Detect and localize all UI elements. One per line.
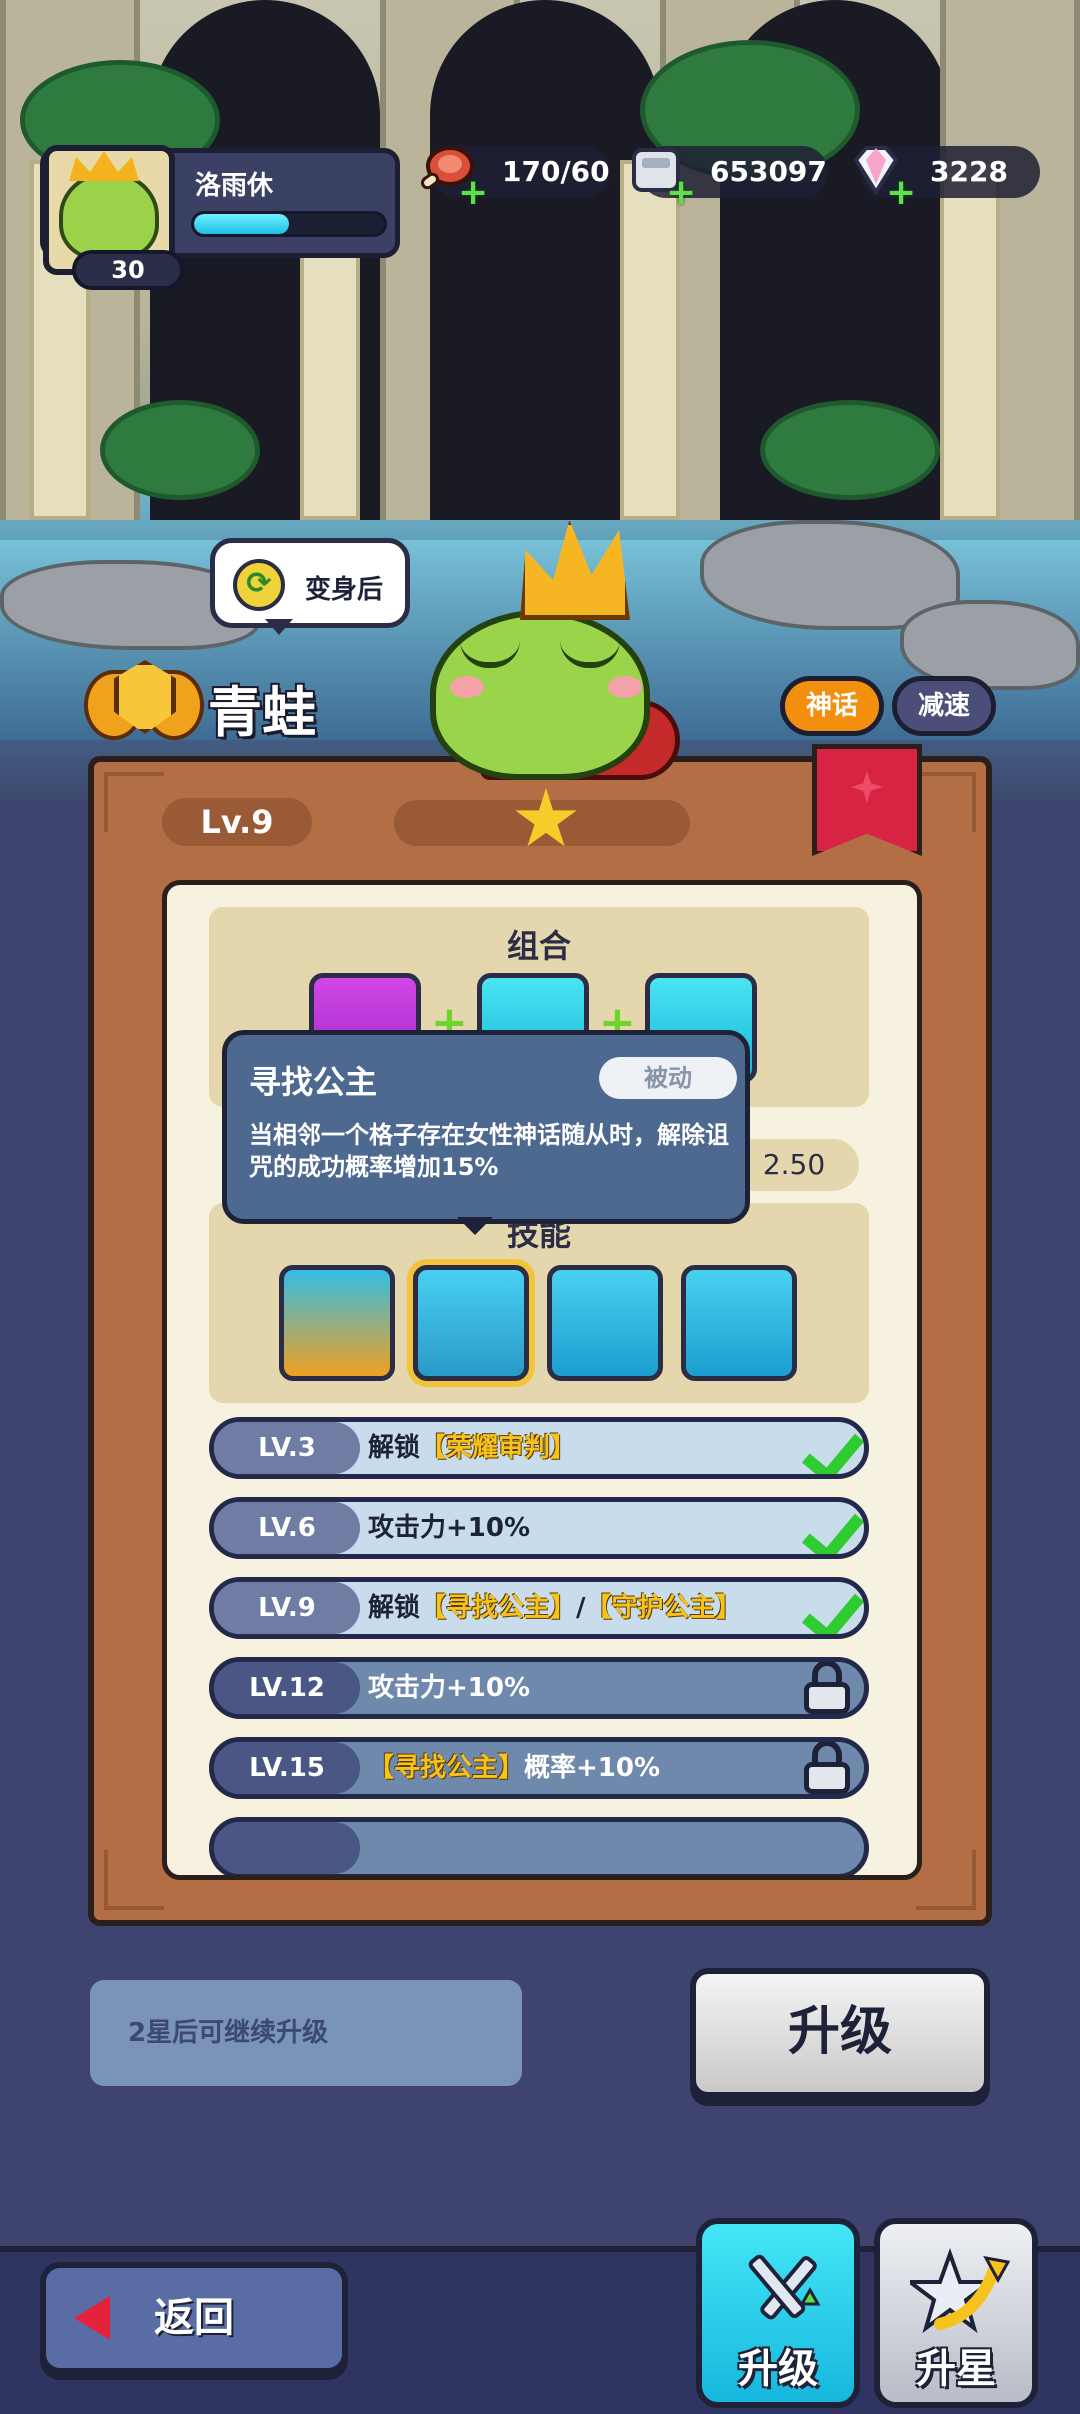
add-diamond-icon[interactable]: +	[886, 175, 916, 211]
add-meat-icon[interactable]: +	[458, 175, 488, 211]
panel-corner-ornament	[104, 1850, 164, 1910]
coin-resource[interactable]: + 653097	[632, 146, 828, 211]
coin-value: 653097	[710, 155, 827, 188]
meat-value: 170/60	[502, 155, 610, 188]
player-level-badge: 30	[72, 250, 184, 290]
unlock-desc: 攻击力+10%	[368, 1673, 531, 1703]
tag-slow: 减速	[892, 676, 996, 736]
tooltip-title: 寻找公主	[249, 1063, 378, 1101]
frog-cheek	[450, 676, 484, 698]
tooltip-text: 当相邻一个格子存在女性神话随从时，解除诅咒的成功概率增加15%	[249, 1121, 729, 1181]
back-label: 返回	[154, 2295, 234, 2341]
hero-name: 青蛙	[208, 681, 316, 744]
unlock-desc: 解锁【寻找公主】/【守护公主】	[368, 1593, 742, 1623]
frog-cheek	[608, 676, 642, 698]
add-coin-icon[interactable]: +	[666, 175, 696, 211]
nav-upgrade-button[interactable]: 升级	[696, 2218, 860, 2408]
unlock-row: LV.9 解锁【寻找公主】/【守护公主】	[209, 1577, 869, 1639]
check-icon	[790, 1502, 860, 1554]
diamond-value: 3228	[930, 155, 1008, 188]
cycle-arrows-icon: ⟳	[233, 559, 285, 611]
bush	[760, 400, 940, 500]
unlock-row: LV.6 攻击力+10%	[209, 1497, 869, 1559]
bookmark-icon[interactable]	[812, 744, 922, 856]
transform-label: 变身后	[305, 575, 384, 605]
check-icon	[790, 1422, 860, 1474]
frog-hero-sprite	[420, 520, 680, 800]
skill-tooltip: 寻找公主 被动 当相邻一个格子存在女性神话随从时，解除诅咒的成功概率增加15%	[222, 1030, 750, 1235]
unlock-level: LV.6	[214, 1502, 360, 1554]
nav-upgrade-label: 升级	[738, 2346, 818, 2392]
back-button[interactable]: 返回	[40, 2262, 348, 2374]
xp-bar	[191, 211, 387, 237]
bush	[100, 400, 260, 500]
lock-icon	[802, 1742, 852, 1794]
crown-icon	[69, 151, 139, 181]
lock-icon	[802, 1662, 852, 1714]
crown-icon	[520, 520, 630, 620]
unlock-row: LV.12 攻击力+10%	[209, 1657, 869, 1719]
skill-tongue-icon[interactable]	[547, 1265, 663, 1381]
tooltip-passive-badge: 被动	[599, 1057, 737, 1099]
unlock-row: LV.15 【寻找公主】概率+10%	[209, 1737, 869, 1799]
pillar	[940, 160, 1000, 520]
unlock-level: LV.12	[214, 1662, 360, 1714]
meat-resource[interactable]: + 170/60	[421, 146, 610, 211]
unlock-level: LV.9	[214, 1582, 360, 1634]
unlock-desc: 【寻找公主】概率+10%	[368, 1753, 661, 1783]
player-name: 洛雨休	[195, 171, 274, 201]
unlock-desc: 解锁【荣耀审判】	[368, 1433, 577, 1463]
panel-corner-ornament	[916, 772, 976, 832]
hero-detail-panel: Lv.9 组合 + + 2.50 技能 LV.3 解锁【荣耀审判】 LV.6 攻…	[88, 744, 992, 1926]
panel-corner-ornament	[104, 772, 164, 832]
xp-bar-fill	[194, 214, 289, 234]
swords-icon	[748, 2254, 821, 2320]
player-card[interactable]: 洛雨休	[40, 145, 400, 275]
skill-crown-icon[interactable]	[413, 1265, 529, 1381]
star-up-icon	[910, 2248, 1010, 2334]
upgrade-button[interactable]: 升级	[690, 1968, 990, 2098]
unlock-row-partial	[209, 1817, 869, 1875]
unlock-row: LV.3 解锁【荣耀审判】	[209, 1417, 869, 1479]
nav-star-label: 升星	[916, 2346, 996, 2392]
skills-section: 技能	[209, 1203, 869, 1403]
combo-title: 组合	[506, 927, 571, 965]
unlock-level: LV.15	[214, 1742, 360, 1794]
diamond-resource[interactable]: + 3228	[853, 146, 1040, 211]
check-icon	[790, 1582, 860, 1634]
panel-corner-ornament	[916, 1850, 976, 1910]
nav-star-button[interactable]: 升星	[874, 2218, 1038, 2408]
unlock-level: LV.3	[214, 1422, 360, 1474]
pillar	[620, 160, 680, 520]
rank-emblem-icon	[84, 660, 204, 750]
tag-mythic: 神话	[780, 676, 884, 736]
hero-level: Lv.9	[162, 798, 312, 846]
unlock-desc: 攻击力+10%	[368, 1513, 531, 1543]
back-arrow-icon	[74, 2296, 110, 2340]
skill-water-icon[interactable]	[681, 1265, 797, 1381]
transform-toggle[interactable]: ⟳ 变身后	[210, 538, 410, 635]
frog-avatar-icon	[59, 171, 159, 261]
skill-judgment-icon[interactable]	[279, 1265, 395, 1381]
upgrade-hint: 2星后可继续升级	[90, 1980, 522, 2086]
unlock-level	[214, 1822, 360, 1874]
